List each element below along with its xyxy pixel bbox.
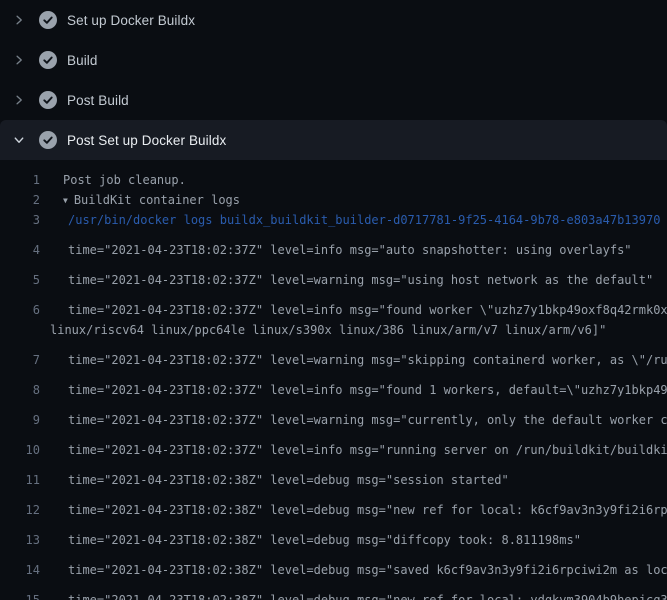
check-circle-icon bbox=[39, 51, 57, 69]
log-line-text: time="2021-04-23T18:02:37Z" level=info m… bbox=[40, 240, 667, 260]
log-line-text: time="2021-04-23T18:02:37Z" level=info m… bbox=[40, 440, 667, 460]
log-line: 13 time="2021-04-23T18:02:38Z" level=deb… bbox=[0, 520, 667, 550]
log-line-number[interactable]: 7 bbox=[0, 350, 40, 370]
check-circle-icon bbox=[39, 91, 57, 109]
actions-log-viewer: Set up Docker Buildx Build P bbox=[0, 0, 667, 600]
log-line-number[interactable]: 13 bbox=[0, 530, 40, 550]
log-group-toggle-icon[interactable]: ▼ bbox=[63, 196, 68, 205]
chevron-right-icon bbox=[12, 13, 26, 27]
log-line-number[interactable]: 15 bbox=[0, 590, 40, 600]
chevron-right-icon bbox=[12, 93, 26, 107]
log-line: 14 time="2021-04-23T18:02:38Z" level=deb… bbox=[0, 550, 667, 580]
step-section-header-build[interactable]: Build bbox=[0, 40, 667, 80]
log-line-number[interactable]: 3 bbox=[0, 210, 40, 230]
log-line-number[interactable]: 12 bbox=[0, 500, 40, 520]
log-line: 1 Post job cleanup. bbox=[0, 170, 667, 190]
chevron-down-icon bbox=[12, 133, 26, 147]
step-name: Build bbox=[67, 53, 98, 68]
log-line: 11 time="2021-04-23T18:02:38Z" level=deb… bbox=[0, 460, 667, 490]
log-line-text: time="2021-04-23T18:02:37Z" level=warnin… bbox=[40, 410, 667, 430]
log-line-text: time="2021-04-23T18:02:37Z" level=info m… bbox=[40, 380, 667, 400]
log-line: 15 time="2021-04-23T18:02:38Z" level=deb… bbox=[0, 580, 667, 600]
log-line: 8 time="2021-04-23T18:02:37Z" level=info… bbox=[0, 370, 667, 400]
log-line: 3 /usr/bin/docker logs buildx_buildkit_b… bbox=[0, 210, 667, 230]
log-line: 10 time="2021-04-23T18:02:37Z" level=inf… bbox=[0, 430, 667, 460]
log-line-text: Post job cleanup. bbox=[40, 170, 667, 190]
log-line-text: time="2021-04-23T18:02:38Z" level=debug … bbox=[40, 500, 667, 520]
log-line: 2 ▼BuildKit container logs bbox=[0, 190, 667, 210]
log-line: 6 time="2021-04-23T18:02:37Z" level=info… bbox=[0, 290, 667, 320]
log-line: linux/riscv64 linux/ppc64le linux/s390x … bbox=[0, 320, 667, 340]
log-line-number[interactable]: 4 bbox=[0, 240, 40, 260]
log-line-text: time="2021-04-23T18:02:37Z" level=info m… bbox=[40, 300, 667, 320]
log-line: 4 time="2021-04-23T18:02:37Z" level=info… bbox=[0, 230, 667, 260]
check-circle-icon bbox=[39, 11, 57, 29]
log-line-number[interactable]: 2 bbox=[0, 190, 40, 210]
step-section-header-post-build[interactable]: Post Build bbox=[0, 80, 667, 120]
chevron-right-icon bbox=[12, 53, 26, 67]
log-line-text: ▼BuildKit container logs bbox=[40, 190, 667, 210]
step-section-list: Set up Docker Buildx Build P bbox=[0, 0, 667, 160]
log-line-number[interactable]: 9 bbox=[0, 410, 40, 430]
log-line: 9 time="2021-04-23T18:02:37Z" level=warn… bbox=[0, 400, 667, 430]
log-line: 5 time="2021-04-23T18:02:37Z" level=warn… bbox=[0, 260, 667, 290]
step-section-header-post-set-up-docker-buildx[interactable]: Post Set up Docker Buildx bbox=[0, 120, 667, 160]
log-line-text: /usr/bin/docker logs buildx_buildkit_bui… bbox=[40, 210, 667, 230]
log-line-number[interactable]: 10 bbox=[0, 440, 40, 460]
log-line-text: time="2021-04-23T18:02:38Z" level=debug … bbox=[40, 470, 667, 490]
log-output: 1 Post job cleanup. 2 ▼BuildKit containe… bbox=[0, 160, 667, 600]
log-line: 12 time="2021-04-23T18:02:38Z" level=deb… bbox=[0, 490, 667, 520]
log-line-number[interactable]: 5 bbox=[0, 270, 40, 290]
log-line-number[interactable]: 8 bbox=[0, 380, 40, 400]
step-name: Post Build bbox=[67, 93, 129, 108]
step-name: Post Set up Docker Buildx bbox=[67, 133, 226, 148]
log-line-text: linux/riscv64 linux/ppc64le linux/s390x … bbox=[40, 320, 667, 340]
log-line-text: time="2021-04-23T18:02:37Z" level=warnin… bbox=[40, 350, 667, 370]
log-line-number[interactable]: 1 bbox=[0, 170, 40, 190]
step-name: Set up Docker Buildx bbox=[67, 13, 195, 28]
log-line-text: time="2021-04-23T18:02:38Z" level=debug … bbox=[40, 560, 667, 580]
log-line-number[interactable]: 11 bbox=[0, 470, 40, 490]
check-circle-icon bbox=[39, 131, 57, 149]
log-line: 7 time="2021-04-23T18:02:37Z" level=warn… bbox=[0, 340, 667, 370]
log-line-number[interactable]: 14 bbox=[0, 560, 40, 580]
log-line-text: time="2021-04-23T18:02:37Z" level=warnin… bbox=[40, 270, 667, 290]
log-line-text: time="2021-04-23T18:02:38Z" level=debug … bbox=[40, 530, 667, 550]
log-line-text: time="2021-04-23T18:02:38Z" level=debug … bbox=[40, 590, 667, 600]
log-line-number[interactable] bbox=[0, 320, 40, 340]
log-line-number[interactable]: 6 bbox=[0, 300, 40, 320]
step-section-header-set-up-docker-buildx[interactable]: Set up Docker Buildx bbox=[0, 0, 667, 40]
